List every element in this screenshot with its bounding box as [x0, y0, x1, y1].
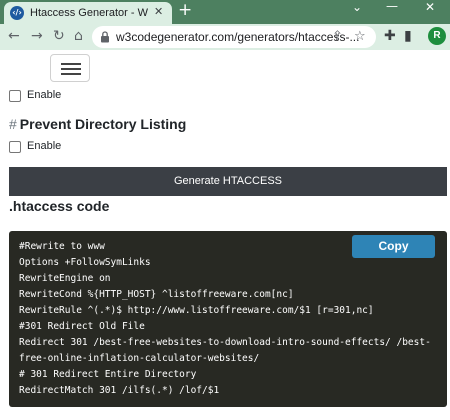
tab-close-icon[interactable]: ✕ [154, 5, 163, 18]
prevent-directory-listing-enable-label: Enable [27, 140, 62, 152]
url-text[interactable]: w3codegenerator.com/generators/htaccess-… [116, 30, 359, 44]
close-window-icon[interactable]: ✕ [425, 0, 435, 14]
reload-icon[interactable]: ↻ [53, 28, 65, 44]
code-line: free-online-inflation-calculator-website… [19, 353, 260, 364]
extensions-icon[interactable]: ✚ [384, 28, 396, 44]
prevent-directory-listing-checkbox[interactable] [9, 141, 21, 153]
tab-title: Htaccess Generator - W3codegen [30, 7, 148, 19]
generate-htaccess-button[interactable]: Generate HTACCESS [9, 167, 447, 196]
lock-icon[interactable] [100, 31, 110, 43]
star-icon[interactable]: ☆ [354, 29, 366, 44]
code-line: Redirect 301 /best-free-websites-to-down… [19, 337, 431, 348]
minimize-icon[interactable]: — [386, 0, 398, 13]
code-heading: .htaccess code [9, 198, 110, 214]
section-title: Prevent Directory Listing [19, 116, 187, 132]
copy-button[interactable]: Copy [352, 235, 435, 258]
section-anchor[interactable]: # [9, 116, 17, 132]
share-icon[interactable]: ⇪ [332, 29, 343, 44]
code-line: Options +FollowSymLinks [19, 257, 151, 268]
section-heading: # Prevent Directory Listing [9, 116, 186, 132]
browser-tab[interactable]: ‹/› Htaccess Generator - W3codegen ✕ [4, 2, 172, 24]
home-icon[interactable]: ⌂ [74, 28, 83, 44]
htaccess-code-box[interactable]: Copy #Rewrite to www Options +FollowSymL… [9, 231, 447, 407]
enable-checkbox-top[interactable] [9, 90, 21, 102]
code-line: RewriteCond %{HTTP_HOST} ^listoffreeware… [19, 289, 294, 300]
menu-toggle-button[interactable] [50, 54, 90, 82]
browser-tab-strip: ‹/› Htaccess Generator - W3codegen ✕ + ⌄… [0, 0, 450, 24]
forward-icon[interactable]: → [31, 28, 43, 44]
site-favicon-icon: ‹/› [10, 6, 24, 20]
tab-search-chevron-icon[interactable]: ⌄ [352, 0, 362, 14]
code-line: RewriteEngine on [19, 273, 111, 284]
code-line: #Rewrite to www [19, 241, 105, 252]
sidebar-icon[interactable]: ▮ [404, 28, 412, 44]
code-line: RedirectMatch 301 /ilfs(.*) /lof/$1 [19, 385, 220, 396]
new-tab-icon[interactable]: + [178, 0, 192, 20]
address-bar[interactable]: w3codegenerator.com/generators/htaccess-… [92, 26, 376, 48]
hamburger-line [61, 63, 81, 65]
hamburger-line [61, 73, 81, 75]
back-icon[interactable]: ← [8, 28, 20, 44]
code-line: RewriteRule ^(.*)$ http://www.listoffree… [19, 305, 374, 316]
code-line: # 301 Redirect Entire Directory [19, 369, 197, 380]
avatar[interactable]: R [428, 27, 446, 45]
code-line: #301 Redirect Old File [19, 321, 145, 332]
enable-label-top: Enable [27, 89, 62, 101]
hamburger-line [61, 68, 81, 70]
browser-toolbar: ← → ↻ ⌂ w3codegenerator.com/generators/h… [0, 24, 450, 50]
